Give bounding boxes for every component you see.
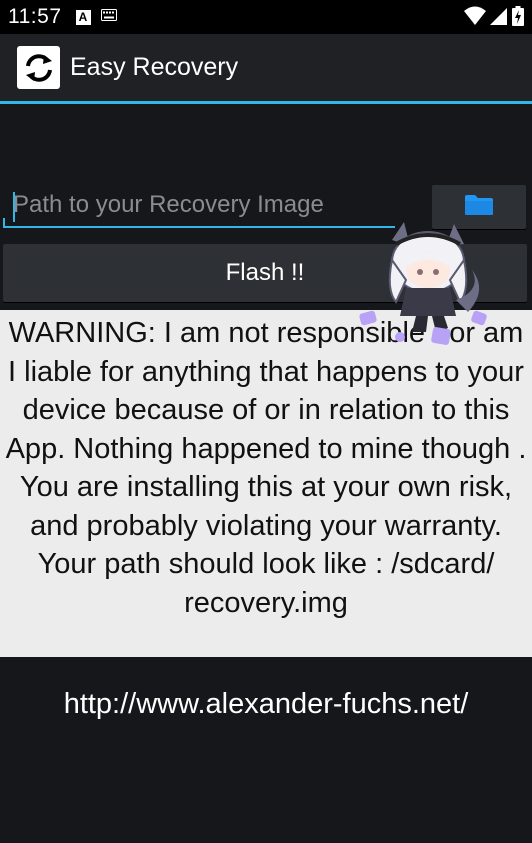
- keyboard-icon: [100, 8, 117, 26]
- input-underline-tick: [3, 218, 5, 228]
- recovery-path-input[interactable]: [3, 184, 395, 228]
- action-bar: Easy Recovery: [0, 34, 532, 104]
- status-bar: 11:57 A: [0, 0, 532, 34]
- warning-panel: WARNING: I am not responsible nor am I l…: [0, 310, 532, 657]
- website-link[interactable]: http://www.alexander-fuchs.net/: [0, 688, 532, 721]
- warning-text: WARNING: I am not responsible nor am I l…: [5, 317, 527, 619]
- refresh-sync-icon: [17, 46, 60, 89]
- battery-icon: [512, 6, 524, 31]
- app-title: Easy Recovery: [70, 53, 239, 81]
- status-time: 11:57: [8, 5, 62, 28]
- text-cursor: [13, 192, 15, 222]
- mascot-sticker-icon: [359, 222, 487, 345]
- a-notification-icon: A: [75, 9, 91, 25]
- wifi-icon: [464, 6, 486, 31]
- status-icons: [464, 6, 524, 31]
- folder-icon: [464, 194, 494, 221]
- signal-icon: [490, 6, 508, 31]
